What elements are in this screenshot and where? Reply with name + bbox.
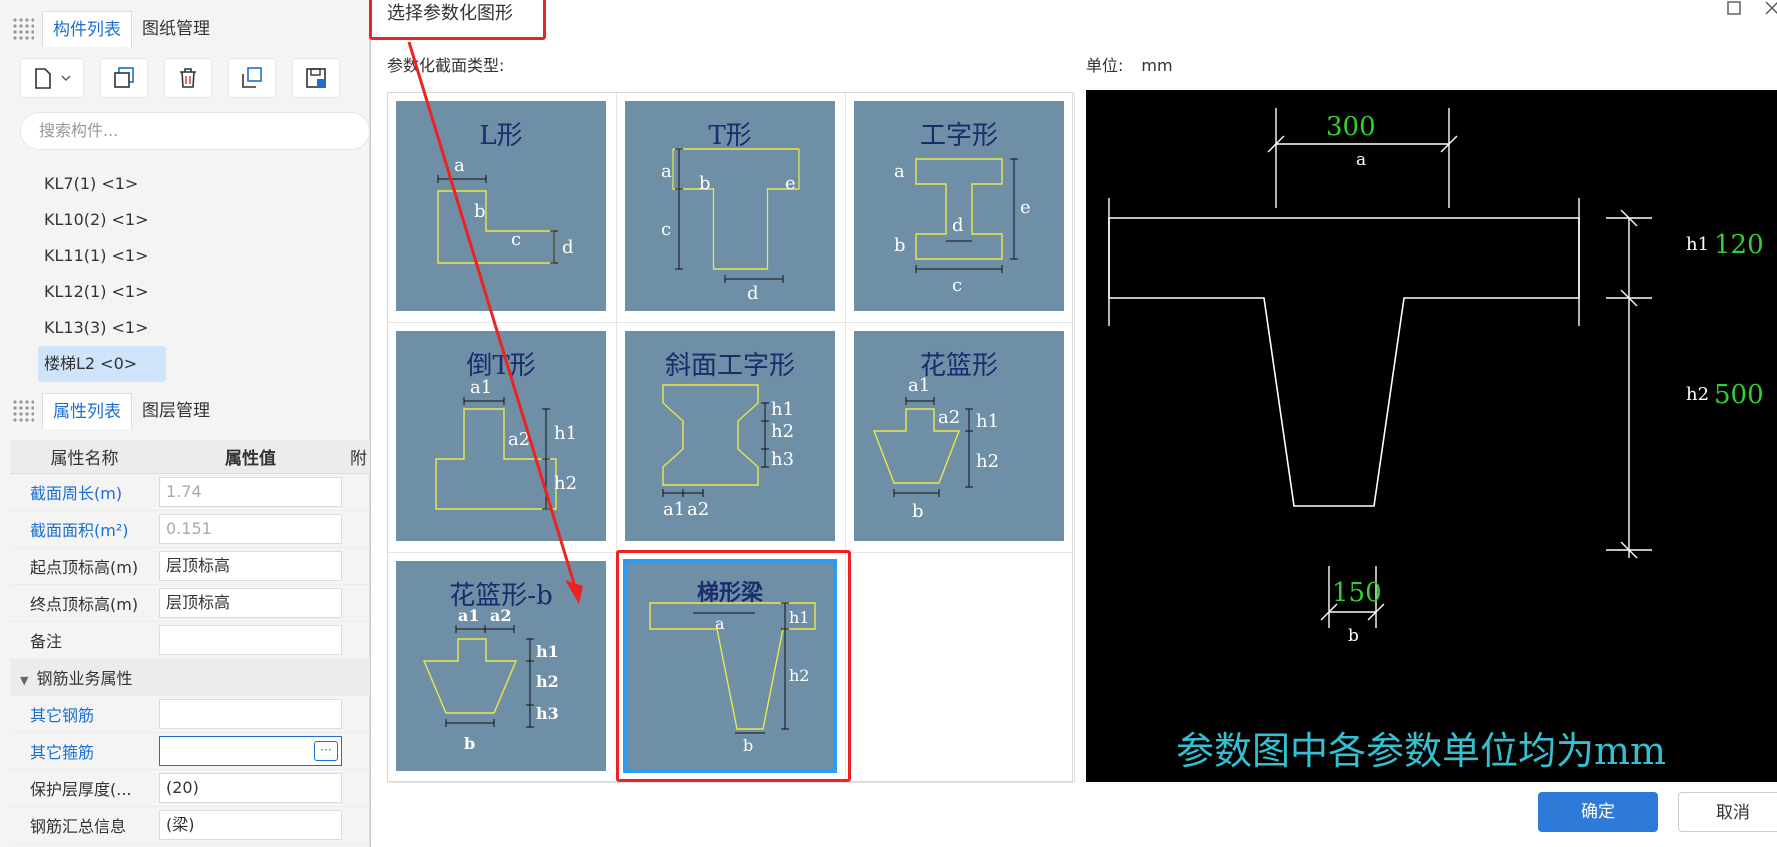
column-header-extra: 附 <box>350 449 367 469</box>
property-name: 截面周长(m) <box>30 484 123 503</box>
property-name: 截面面积(m²) <box>30 521 129 540</box>
drag-handle-icon[interactable] <box>12 399 34 423</box>
new-component-button[interactable] <box>20 58 84 98</box>
component-toolbar <box>20 58 340 98</box>
tab-component-list[interactable]: 构件列表 <box>42 11 132 47</box>
annotation-arrow <box>407 41 583 604</box>
group-label: ▼ 钢筋业务属性 <box>10 665 132 689</box>
property-table: 属性名称 属性值 附 截面周长(m) 1.74 截面面积(m²) 0.151 起… <box>10 440 370 844</box>
tab-drawing-management[interactable]: 图纸管理 <box>132 11 220 47</box>
table-row: 截面周长(m) 1.74 <box>10 474 370 511</box>
maximize-button[interactable] <box>1726 0 1742 21</box>
more-options-button[interactable]: ··· <box>314 741 338 761</box>
trash-icon <box>180 68 196 88</box>
table-row: 其它钢筋 <box>10 696 370 733</box>
layers-copy-icon <box>242 67 262 88</box>
copy-button[interactable] <box>100 58 148 98</box>
property-name: 备注 <box>30 632 63 651</box>
a-label: a <box>1356 150 1367 170</box>
h2-label: h2 <box>1686 384 1710 405</box>
unit-value: mm <box>1141 56 1173 75</box>
list-item[interactable]: KL10(2) <1> <box>38 202 166 238</box>
table-row: 保护层厚度(... (20) <box>10 770 370 807</box>
close-icon <box>1765 1 1777 15</box>
shape-preview-canvas: 300 a h1 120 h2 500 150 b 参数图中各参数单位均为mm <box>1086 90 1777 782</box>
column-header-name: 属性名称 <box>50 449 119 469</box>
property-value-field[interactable]: 层顶标高 <box>159 551 342 581</box>
top-tab-bar: 构件列表 图纸管理 <box>0 6 370 52</box>
tab-layer-management[interactable]: 图层管理 <box>132 393 220 429</box>
table-row: 截面面积(m²) 0.151 <box>10 511 370 548</box>
property-table-header: 属性名称 属性值 附 <box>10 440 370 474</box>
property-value-field-focused[interactable]: ··· <box>159 736 342 766</box>
column-header-value: 属性值 <box>225 449 276 469</box>
property-name: 起点顶标高(m) <box>30 558 139 577</box>
h1-value: 120 <box>1714 230 1764 260</box>
property-name: 其它钢筋 <box>30 706 95 725</box>
h1-label: h1 <box>1686 234 1710 255</box>
property-value-field[interactable]: 层顶标高 <box>159 588 342 618</box>
h2-value: 500 <box>1714 380 1764 410</box>
table-row: 钢筋汇总信息 (梁) <box>10 807 370 844</box>
property-name: 其它箍筋 <box>30 743 95 762</box>
list-item-selected[interactable]: 楼梯L2 <0> <box>38 346 166 382</box>
svg-text:h3: h3 <box>536 704 559 723</box>
property-value: 0.151 <box>159 514 342 544</box>
confirm-button[interactable]: 确定 <box>1538 792 1658 832</box>
property-value-field[interactable]: (梁) <box>159 810 342 840</box>
trapezoid-beam-preview-diagram <box>1108 108 1652 628</box>
component-search-input[interactable]: 搜索构件... <box>20 112 370 150</box>
group-label-text: 钢筋业务属性 <box>36 669 133 688</box>
table-row: 备注 <box>10 622 370 659</box>
units-note: 参数图中各参数单位均为mm <box>1176 729 1667 773</box>
group-row-rebar[interactable]: ▼ 钢筋业务属性 <box>10 659 370 696</box>
cancel-button[interactable]: 取消 <box>1678 792 1777 832</box>
tab-property-list[interactable]: 属性列表 <box>42 393 132 429</box>
search-placeholder: 搜索构件... <box>39 121 119 140</box>
select-parametric-shape-dialog: 选择参数化图形 参数化截面类型: 单位: mm L形 a b c d T形 a … <box>369 0 1777 847</box>
property-name: 钢筋汇总信息 <box>30 817 127 836</box>
property-name: 终点顶标高(m) <box>30 595 139 614</box>
unit-label: 单位: mm <box>1086 52 1173 76</box>
save-icon <box>306 68 326 88</box>
close-button[interactable] <box>1764 0 1777 21</box>
table-row: 起点顶标高(m) 层顶标高 <box>10 548 370 585</box>
unit-label-text: 单位: <box>1086 56 1124 75</box>
component-panel: 构件列表 图纸管理 搜索构件... KL7(1) <1> KL10(2) <1>… <box>0 0 370 847</box>
property-name: 保护层厚度(... <box>30 780 132 799</box>
copy-icon <box>114 67 134 88</box>
property-value-field[interactable]: (20) <box>159 773 342 803</box>
list-item[interactable]: KL11(1) <1> <box>38 238 166 274</box>
delete-button[interactable] <box>164 58 212 98</box>
property-value-field[interactable] <box>159 699 342 729</box>
drag-handle-icon[interactable] <box>12 17 34 41</box>
property-value: 1.74 <box>159 477 342 507</box>
svg-text:b: b <box>464 734 475 753</box>
table-row: 其它箍筋 ··· <box>10 733 370 770</box>
chevron-down-icon <box>61 75 71 81</box>
list-item[interactable]: KL13(3) <1> <box>38 310 166 346</box>
table-row: 终点顶标高(m) 层顶标高 <box>10 585 370 622</box>
maximize-icon <box>1727 1 1741 15</box>
b-label: b <box>1348 626 1359 646</box>
a-value: 300 <box>1326 112 1376 142</box>
list-item[interactable]: KL12(1) <1> <box>38 274 166 310</box>
component-list: KL7(1) <1> KL10(2) <1> KL11(1) <1> KL12(… <box>38 166 358 382</box>
bottom-tab-bar: 属性列表 图层管理 <box>0 388 370 434</box>
collapse-triangle-icon[interactable]: ▼ <box>20 674 28 687</box>
property-value-field[interactable] <box>159 625 342 655</box>
b-value: 150 <box>1332 578 1382 608</box>
list-item[interactable]: KL7(1) <1> <box>38 166 166 202</box>
save-template-button[interactable] <box>292 58 340 98</box>
copy-to-floor-button[interactable] <box>228 58 276 98</box>
